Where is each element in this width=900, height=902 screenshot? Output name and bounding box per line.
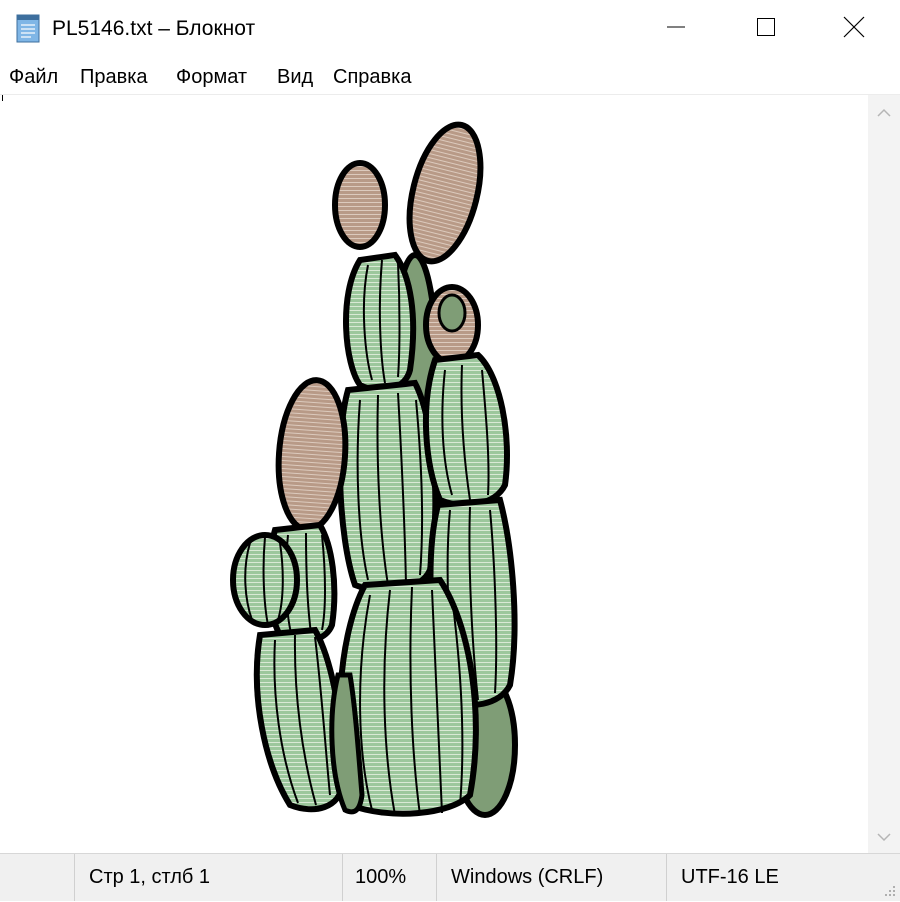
status-bar: Стр 1, стлб 1 100% Windows (CRLF) UTF-16… xyxy=(0,853,900,901)
maximize-button[interactable] xyxy=(720,0,812,58)
text-editor-area[interactable] xyxy=(0,95,868,853)
resize-grip-icon[interactable] xyxy=(882,883,896,897)
title-bar: PL5146.txt – Блокнот xyxy=(0,0,900,58)
notepad-icon[interactable] xyxy=(14,12,42,44)
minimize-button[interactable] xyxy=(630,0,722,58)
chevron-up-icon[interactable] xyxy=(876,105,892,121)
chevron-down-icon[interactable] xyxy=(876,829,892,845)
maximize-icon xyxy=(756,17,776,42)
menu-help[interactable]: Справка xyxy=(333,65,411,89)
line-ending: Windows (CRLF) xyxy=(436,854,666,901)
text-caret xyxy=(2,95,3,101)
vertical-scrollbar[interactable] xyxy=(868,95,900,853)
close-icon xyxy=(843,16,865,43)
window-title: PL5146.txt – Блокнот xyxy=(52,17,256,40)
zoom-level: 100% xyxy=(342,854,436,901)
menu-edit[interactable]: Правка xyxy=(80,65,148,89)
cactus-illustration xyxy=(230,121,518,818)
minimize-icon xyxy=(666,17,686,42)
menu-file[interactable]: Файл xyxy=(9,65,58,89)
menu-bar: Файл Правка Формат Вид Справка xyxy=(0,58,900,95)
close-button[interactable] xyxy=(808,0,900,58)
menu-view[interactable]: Вид xyxy=(277,65,313,89)
cursor-position: Стр 1, стлб 1 xyxy=(74,854,342,901)
menu-format[interactable]: Формат xyxy=(176,65,247,89)
encoding: UTF-16 LE xyxy=(666,854,900,901)
